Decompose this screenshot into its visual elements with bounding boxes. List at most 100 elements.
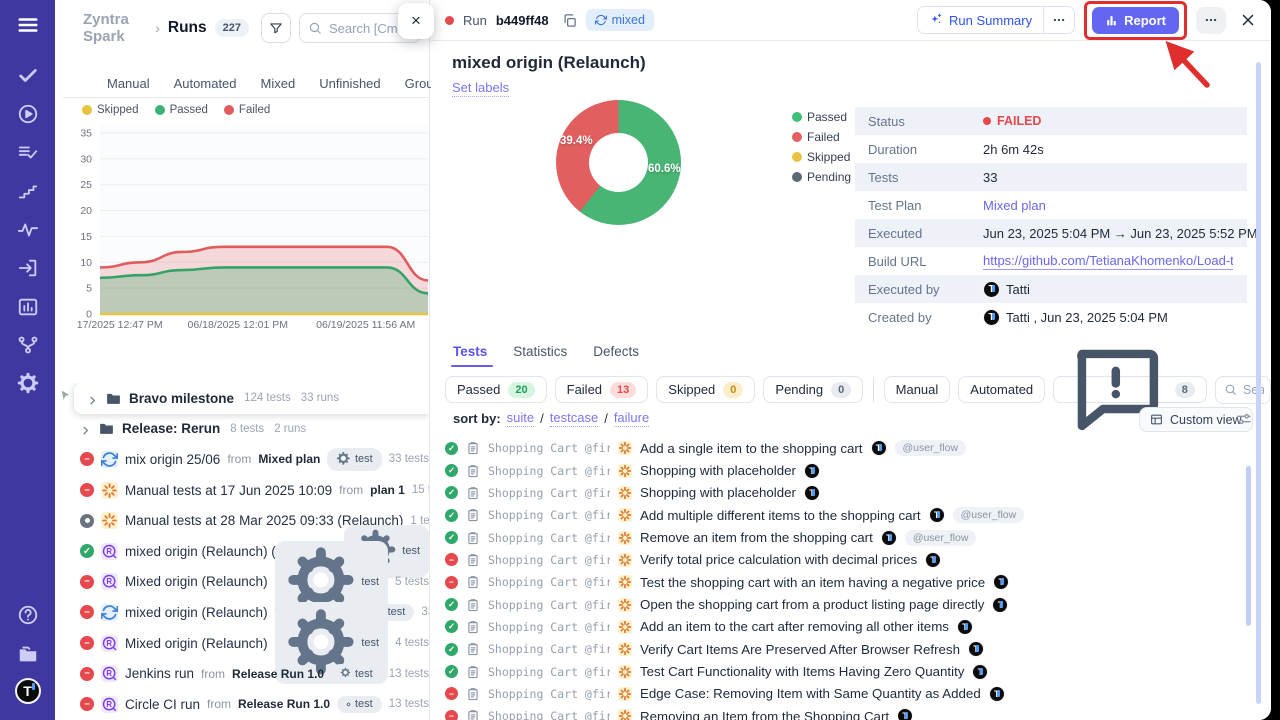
donut-legend-passed: Passed xyxy=(792,110,851,124)
test-row[interactable]: −Shopping Cart @firs...Test the shopping… xyxy=(445,571,1247,593)
test-row[interactable]: −Shopping Cart @firs...Edge Case: Removi… xyxy=(445,683,1247,705)
menu-icon[interactable] xyxy=(17,14,39,36)
filter-chip-automated[interactable]: Automated xyxy=(958,376,1045,403)
test-row[interactable]: −Shopping Cart @firs...Removing an Item … xyxy=(445,705,1247,720)
runs-tab-mixed[interactable]: Mixed xyxy=(261,76,296,91)
run-row[interactable]: −RCircle CI runfromRelease Run 1.0test13… xyxy=(55,689,429,720)
run-row[interactable]: −mix origin 25/06fromMixed plantest33 te… xyxy=(55,444,429,475)
breadcrumb-project[interactable]: Zyntra Spark xyxy=(83,11,147,45)
app-window: T Zyntra Spark › Runs 227 × ManualAutoma… xyxy=(0,0,1271,720)
status-failed-icon: − xyxy=(445,710,458,720)
run-summary-more-button[interactable] xyxy=(1043,7,1074,33)
run-row[interactable]: −RMixed origin (Relaunch)test4 tests xyxy=(55,628,429,659)
sort-by-testcase[interactable]: testcase xyxy=(550,410,598,427)
run-row[interactable]: −Manual tests at 17 Jun 2025 10:09frompl… xyxy=(55,475,429,506)
filter-chip-skipped[interactable]: Skipped0 xyxy=(656,376,755,403)
chevron-right-icon xyxy=(80,423,91,434)
check-icon[interactable] xyxy=(17,64,39,86)
runs-tab-unfinished[interactable]: Unfinished xyxy=(319,76,380,91)
build-url-link[interactable]: https://github.com/TetianaKhomenko/Load-… xyxy=(983,253,1233,270)
run-name: Circle CI run xyxy=(125,697,200,712)
test-plan-link[interactable]: Mixed plan xyxy=(983,198,1046,213)
test-row[interactable]: −Shopping Cart @firs...Verify total pric… xyxy=(445,549,1247,571)
projects-icon[interactable] xyxy=(17,643,39,665)
test-row[interactable]: ✓Shopping Cart @firs...Shopping with pla… xyxy=(445,459,1247,481)
legend-dot xyxy=(792,152,802,162)
tests-scrollbar[interactable] xyxy=(1246,466,1251,626)
chip-count: 13 xyxy=(610,382,636,398)
close-icon[interactable] xyxy=(1239,11,1257,29)
tests-search xyxy=(1215,376,1271,404)
git-branch-icon[interactable] xyxy=(17,334,39,356)
suite-name: Shopping Cart @firs... xyxy=(488,687,610,701)
suite-name: Shopping Cart @firs... xyxy=(488,553,610,567)
test-row[interactable]: ✓Shopping Cart @firs...Remove an item fr… xyxy=(445,526,1247,548)
manual-run-icon xyxy=(101,512,118,529)
runs-tab-automated[interactable]: Automated xyxy=(174,76,237,91)
filter-chip-failed[interactable]: Failed13 xyxy=(555,376,649,403)
svg-text:35: 35 xyxy=(80,128,92,140)
sort-by-failure[interactable]: failure xyxy=(614,410,649,427)
sliders-icon[interactable] xyxy=(1236,411,1252,427)
run-group-row[interactable]: Release: Rerun8 tests2 runs xyxy=(55,414,429,445)
status-failed-icon: − xyxy=(80,697,94,711)
user-avatar[interactable]: T xyxy=(15,678,41,704)
burst-icon xyxy=(618,598,632,612)
test-tag: @user_flow xyxy=(953,507,1025,523)
tab-tests[interactable]: Tests xyxy=(453,344,487,367)
steps-icon[interactable] xyxy=(17,180,39,202)
run-summary-button[interactable]: Run Summary xyxy=(918,7,1043,33)
status-failed-icon: − xyxy=(80,667,94,681)
sign-in-icon[interactable] xyxy=(17,257,39,279)
runs-count-badge: 227 xyxy=(215,19,249,37)
status-passed-icon: ✓ xyxy=(445,464,458,477)
sync-icon xyxy=(595,14,607,26)
run-list: Bravo milestone124 tests33 runsRelease: … xyxy=(55,383,429,720)
filter-chip-passed[interactable]: Passed20 xyxy=(445,376,547,403)
run-row[interactable]: −RMixed origin (Relaunch)test5 tests xyxy=(55,567,429,598)
test-row[interactable]: ✓Shopping Cart @firs...Test Cart Functio… xyxy=(445,660,1247,682)
filter-chip-pending[interactable]: Pending0 xyxy=(763,376,863,403)
filter-button[interactable] xyxy=(261,13,291,43)
test-badge: test xyxy=(327,448,381,471)
filter-chip-manual[interactable]: Manual xyxy=(884,376,951,403)
run-plan-name: Mixed plan xyxy=(258,452,320,466)
copy-icon[interactable] xyxy=(562,13,577,28)
report-button[interactable]: Report xyxy=(1092,7,1179,34)
test-row[interactable]: ✓Shopping Cart @firs...Verify Cart Items… xyxy=(445,638,1247,660)
panel-close-button[interactable]: × xyxy=(398,3,434,39)
svg-text:R: R xyxy=(106,577,112,586)
test-row[interactable]: ✓Shopping Cart @firs...Add multiple diff… xyxy=(445,504,1247,526)
chip-label: Automated xyxy=(970,382,1033,397)
bar-chart-icon[interactable] xyxy=(17,296,39,318)
donut-passed-label: 60.6% xyxy=(648,163,681,175)
play-circle-icon[interactable] xyxy=(17,103,39,125)
svg-text:R: R xyxy=(106,700,112,709)
panel-scrollbar[interactable] xyxy=(1256,62,1261,704)
more-actions-button[interactable] xyxy=(1196,7,1226,34)
runs-tab-manual[interactable]: Manual xyxy=(107,76,150,91)
activity-icon[interactable] xyxy=(17,219,39,241)
custom-view-label: Custom view xyxy=(1170,413,1242,427)
run-detail-body: mixed origin (Relaunch) Set labels 39.4%… xyxy=(431,41,1271,720)
chip-count: 0 xyxy=(831,382,851,398)
test-row[interactable]: ✓Shopping Cart @firs...Add a single item… xyxy=(445,437,1247,459)
run-from-label: from xyxy=(339,483,363,497)
test-row[interactable]: ✓Shopping Cart @firs...Add an item to th… xyxy=(445,616,1247,638)
burst-icon xyxy=(618,575,632,589)
run-group-row[interactable]: Bravo milestone124 tests33 runs xyxy=(74,383,429,414)
list-check-icon[interactable] xyxy=(17,142,39,164)
clipboard-icon xyxy=(466,709,480,720)
sort-by-label: sort by: xyxy=(453,411,501,426)
comments-filter-chip[interactable]: 8 xyxy=(1053,376,1207,403)
settings-icon[interactable] xyxy=(17,372,39,394)
set-labels-link[interactable]: Set labels xyxy=(452,80,509,97)
test-row[interactable]: ✓Shopping Cart @firs...Open the shopping… xyxy=(445,593,1247,615)
tab-defects[interactable]: Defects xyxy=(593,344,639,367)
help-icon[interactable] xyxy=(17,604,39,626)
chip-count: 20 xyxy=(508,382,534,398)
detail-text: Tatti xyxy=(1006,282,1030,297)
sort-by-suite[interactable]: suite xyxy=(507,410,534,427)
test-row[interactable]: ✓Shopping Cart @firs...Shopping with pla… xyxy=(445,482,1247,504)
tab-statistics[interactable]: Statistics xyxy=(513,344,567,367)
